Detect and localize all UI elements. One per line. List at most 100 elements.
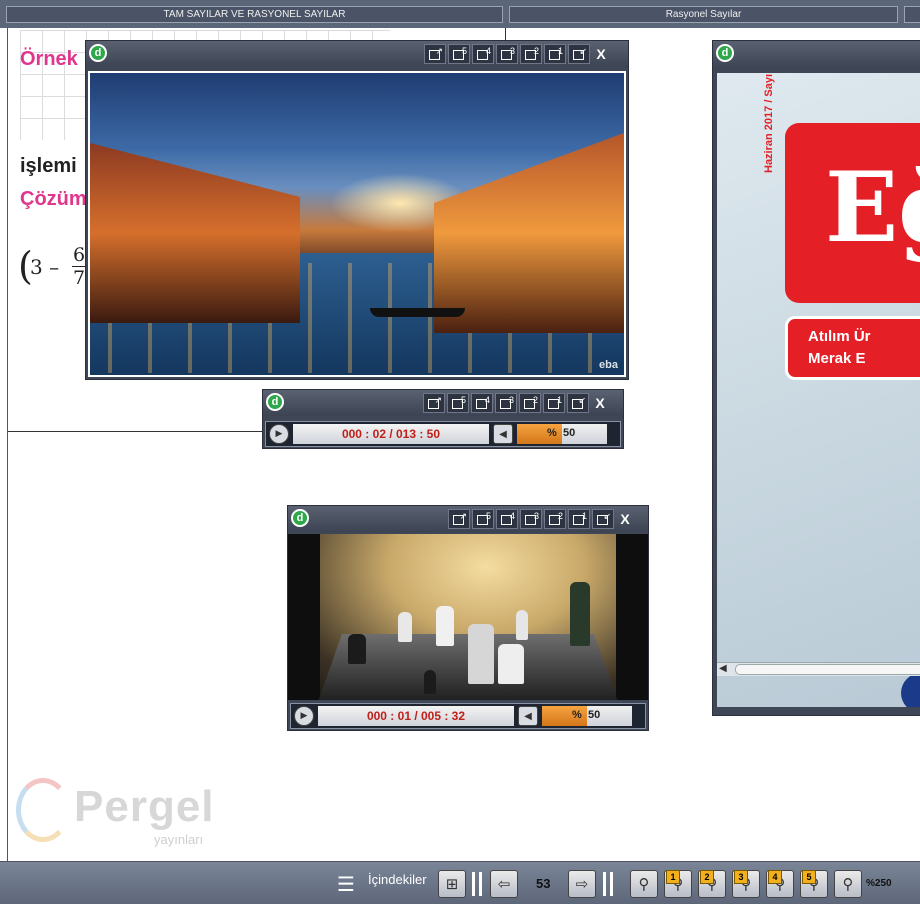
- window-controls: ↗ 5 4 3 2 1 ↙ X: [448, 509, 634, 529]
- eba-watermark: eba: [599, 359, 618, 371]
- volume-icon[interactable]: ◀: [493, 424, 513, 444]
- app-logo-icon: d: [291, 509, 309, 527]
- size-4-button[interactable]: 4: [472, 44, 494, 64]
- window-titlebar[interactable]: d ↗ 5 4 3 2 1 ↙ X: [86, 41, 628, 67]
- size-3-button[interactable]: 3: [495, 393, 517, 413]
- media-player-1[interactable]: d ↗ 5 4 3 2 1 ↙ X ▶ 000 : 02 / 013 : 50 …: [262, 389, 624, 449]
- size-3-button[interactable]: 3: [520, 509, 542, 529]
- magazine-cover[interactable]: Haziran 2017 / Sayı 23 Eğ Atılım Ür Mera…: [717, 73, 920, 707]
- top-header: TAM SAYILAR VE RASYONEL SAYILAR Rasyonel…: [0, 0, 920, 28]
- contents-list-icon[interactable]: ☰: [334, 870, 358, 898]
- maximize-button[interactable]: ↗: [448, 509, 470, 529]
- volume-slider[interactable]: % 50: [542, 706, 632, 726]
- next-page-button[interactable]: ⇨: [568, 870, 596, 898]
- size-4-button[interactable]: 4: [471, 393, 493, 413]
- zoom-level-3-badge: 3: [734, 870, 748, 884]
- size-1-button[interactable]: 1: [543, 393, 565, 413]
- playback-controls: ▶ 000 : 02 / 013 : 50 ◀ % 50: [265, 421, 621, 447]
- close-button[interactable]: X: [616, 509, 634, 529]
- prev-page-button[interactable]: ⇦: [490, 870, 518, 898]
- size-3-button[interactable]: 3: [496, 44, 518, 64]
- horizontal-scrollbar[interactable]: ◀: [717, 662, 920, 676]
- play-button[interactable]: ▶: [269, 424, 289, 444]
- chess-piece: [348, 634, 366, 664]
- volume-percent-sign: %: [572, 709, 582, 721]
- logo-subtitle: yayınları: [154, 832, 204, 847]
- gondola: [370, 308, 465, 317]
- size-5-button[interactable]: 5: [448, 44, 470, 64]
- scrollbar-thumb[interactable]: [735, 664, 920, 675]
- tab-chapter-label: TAM SAYILAR VE RASYONEL SAYILAR: [163, 9, 346, 20]
- chess-piece: [570, 582, 590, 646]
- video-window-1[interactable]: d ↗ 5 4 3 2 1 ↙ X eba: [85, 40, 629, 380]
- time-display: 000 : 01 / 005 : 32: [318, 706, 514, 726]
- size-4-button[interactable]: 4: [496, 509, 518, 529]
- formula-fraction: 6 7: [72, 244, 86, 289]
- close-button[interactable]: X: [592, 44, 610, 64]
- slogan-line-2: Merak E: [808, 350, 866, 367]
- minimize-button[interactable]: ↙: [567, 393, 589, 413]
- video-frame-venice[interactable]: eba: [88, 71, 626, 377]
- play-button[interactable]: ▶: [294, 706, 314, 726]
- logo-ring-icon: [16, 778, 70, 842]
- window-controls: ↗ 5 4 3 2 1 ↙ X: [423, 393, 609, 413]
- volume-slider[interactable]: % 50: [517, 424, 607, 444]
- window-titlebar[interactable]: d: [713, 41, 920, 69]
- size-2-button[interactable]: 2: [519, 393, 541, 413]
- chess-piece: [498, 644, 524, 684]
- page-number: 53: [536, 876, 551, 891]
- volume-value: 50: [563, 427, 576, 439]
- contents-link[interactable]: İçindekiler: [368, 872, 427, 887]
- app-logo-icon: d: [89, 44, 107, 62]
- player-titlebar[interactable]: d ↗ 5 4 3 2 1 ↙ X: [263, 390, 623, 416]
- fraction-numerator: 6: [72, 244, 86, 266]
- zoom-level-5-badge: 5: [802, 870, 816, 884]
- magazine-title: Eğ: [825, 151, 920, 264]
- size-2-button[interactable]: 2: [544, 509, 566, 529]
- solution-heading: Çözüm: [20, 188, 87, 210]
- maximize-button[interactable]: ↗: [424, 44, 446, 64]
- app-logo-icon: d: [266, 393, 284, 411]
- zoom-out-button[interactable]: ⚲: [630, 870, 658, 898]
- volume-percent-sign: %: [547, 427, 557, 439]
- minimize-button[interactable]: ↙: [568, 44, 590, 64]
- volume-value: 50: [588, 709, 601, 721]
- size-1-button[interactable]: 1: [568, 509, 590, 529]
- toolbar-separator: [603, 872, 606, 896]
- magazine-slogan: Atılım Ür Merak E: [785, 316, 920, 380]
- toolbar-separator: [472, 872, 475, 896]
- slogan-line-1: Atılım Ür: [808, 328, 871, 345]
- window-titlebar[interactable]: d ↗ 5 4 3 2 1 ↙ X: [288, 506, 648, 532]
- tab-section[interactable]: Rasyonel Sayılar: [509, 6, 898, 23]
- maximize-button[interactable]: ↗: [423, 393, 445, 413]
- divider-line: [8, 431, 263, 432]
- minimize-button[interactable]: ↙: [592, 509, 614, 529]
- scroll-left-icon[interactable]: ◀: [719, 663, 727, 674]
- formula-prefix: 3 –: [30, 255, 60, 279]
- zoom-in-button[interactable]: ⚲: [834, 870, 862, 898]
- window-controls: ↗ 5 4 3 2 1 ↙ X: [424, 44, 610, 64]
- tab-section-label: Rasyonel Sayılar: [665, 9, 742, 20]
- tab-extra[interactable]: [904, 6, 920, 23]
- close-button[interactable]: X: [591, 393, 609, 413]
- size-5-button[interactable]: 5: [472, 509, 494, 529]
- size-2-button[interactable]: 2: [520, 44, 542, 64]
- toolbar-separator: [610, 872, 613, 896]
- volume-icon[interactable]: ◀: [518, 706, 538, 726]
- video-window-2[interactable]: d ↗ 5 4 3 2 1 ↙ X ▶ 000 : 01 / 005 : 32 …: [287, 505, 649, 731]
- zoom-percent: %250: [866, 878, 892, 889]
- bookmark-icon[interactable]: ⊞: [438, 870, 466, 898]
- contents-label: İçindekiler: [368, 872, 427, 887]
- buildings-left: [90, 143, 300, 323]
- magazine-window[interactable]: d Haziran 2017 / Sayı 23 Eğ Atılım Ür Me…: [712, 40, 920, 716]
- size-1-button[interactable]: 1: [544, 44, 566, 64]
- app-logo-icon: d: [716, 44, 734, 62]
- example-heading: Örnek: [20, 48, 78, 70]
- video-frame-chess[interactable]: [288, 534, 648, 700]
- letterbox-left: [288, 534, 320, 700]
- tab-chapter[interactable]: TAM SAYILAR VE RASYONEL SAYILAR: [6, 6, 503, 23]
- chess-piece: [516, 610, 528, 640]
- size-5-button[interactable]: 5: [447, 393, 469, 413]
- magazine-date: Haziran 2017 / Sayı 23: [763, 73, 775, 173]
- operation-text: işlemi: [20, 155, 77, 177]
